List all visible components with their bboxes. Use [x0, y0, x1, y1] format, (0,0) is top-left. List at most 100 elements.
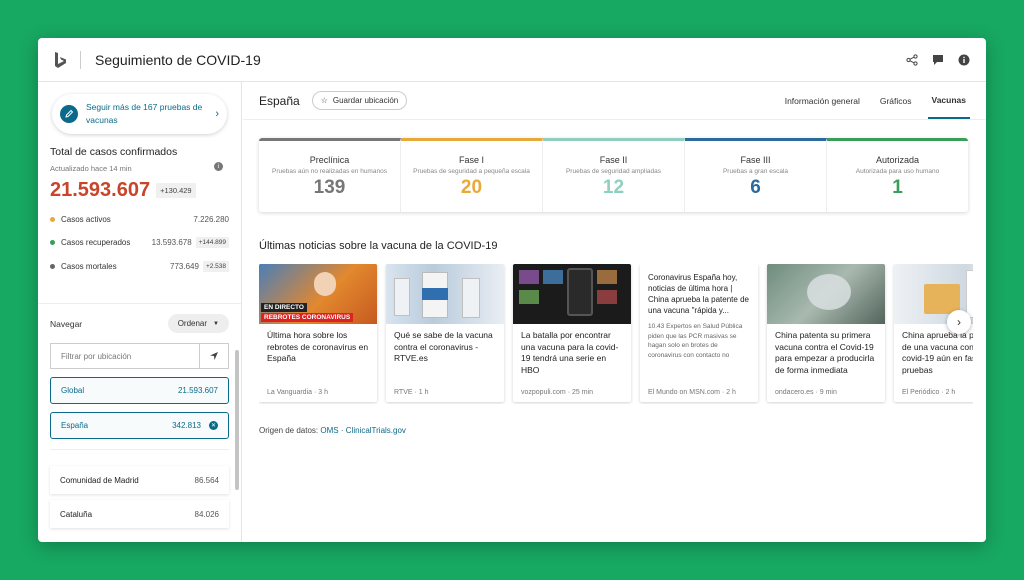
source-link-clinicaltrials[interactable]: ClinicalTrials.gov	[346, 426, 406, 435]
stat-label: Casos mortales	[61, 262, 117, 271]
news-card[interactable]: Coronavirus España hoy, noticias de últi…	[640, 264, 758, 402]
save-location-button[interactable]: ☆ Guardar ubicación	[311, 91, 408, 110]
news-card[interactable]: Qué se sabe de la vacuna contra el coron…	[386, 264, 504, 402]
news-tag-live: EN DIRECTO	[261, 303, 307, 312]
phase-column[interactable]: Fase I Pruebas de seguridad a pequeña esc…	[401, 138, 543, 212]
case-stats: Casos activos 7.226.280 Casos recuperados 1…	[50, 215, 229, 272]
source-link-oms[interactable]: OMS	[320, 426, 338, 435]
region-name: Comunidad de Madrid	[60, 475, 139, 485]
case-stat-row: Casos mortales 773.649 +2.538	[50, 261, 229, 272]
total-delta-badge: +130.429	[156, 183, 196, 198]
stat-label: Casos activos	[61, 215, 111, 224]
location-global[interactable]: Global 21.593.607	[50, 377, 229, 404]
confirmed-cases-panel: Total de casos confirmados Actualizado h…	[38, 134, 241, 304]
status-dot	[50, 240, 55, 245]
locate-icon[interactable]	[200, 351, 228, 361]
location-name: Global	[61, 386, 85, 395]
status-dot	[50, 217, 55, 222]
star-icon: ☆	[320, 96, 328, 105]
news-card[interactable]: China patenta su primera vacuna contra e…	[767, 264, 885, 402]
phase-description: Autorizada para uso humano	[855, 168, 940, 175]
location-value: 342.813	[172, 421, 201, 430]
sources-label: Origen de datos:	[259, 426, 319, 435]
case-stat-row: Casos recuperados 13.593.678 +144.899	[50, 237, 229, 248]
location-name: España	[61, 421, 89, 430]
divider	[50, 449, 229, 450]
feedback-icon[interactable]	[932, 54, 944, 66]
location-spain[interactable]: España 342.813 ✕	[50, 412, 229, 439]
sidebar-scrollbar[interactable]	[235, 350, 239, 490]
phase-name: Autorizada	[875, 155, 920, 165]
news-card[interactable]: La batalla por encontrar una vacuna para…	[513, 264, 631, 402]
stat-value: 13.593.678	[151, 238, 192, 247]
share-icon[interactable]	[906, 53, 918, 66]
phase-description: Pruebas a gran escala	[722, 168, 789, 175]
tab-vaccines[interactable]: Vacunas	[927, 82, 970, 119]
save-location-label: Guardar ubicación	[332, 96, 399, 105]
country-title: España	[259, 93, 300, 108]
news-source: vozpopuli.com · 25 min	[521, 389, 593, 396]
phase-description: Pruebas de seguridad ampliadas	[565, 168, 662, 175]
stat-delta-badge: +2.538	[202, 261, 229, 272]
stat-delta-badge: +144.899	[195, 237, 229, 248]
data-sources: Origen de datos: OMS · ClinicalTrials.go…	[259, 426, 986, 435]
phase-name: Fase III	[740, 155, 771, 165]
region-name: Cataluña	[60, 509, 93, 519]
news-snippet: 10.43 Expertos en Salud Pública piden qu…	[648, 323, 743, 359]
info-icon[interactable]	[958, 54, 970, 66]
top-actions	[906, 53, 970, 66]
phase-name: Fase I	[458, 155, 484, 165]
region-item[interactable]: Cataluña 84.026	[50, 500, 229, 528]
cases-title: Total de casos confirmados	[50, 146, 178, 158]
cases-updated-row: Actualizado hace 14 min i	[50, 162, 229, 173]
vaccine-trials-label: Seguir más de 167 pruebas de vacunas	[86, 102, 203, 125]
phase-column[interactable]: Preclínica Pruebas aún no realizadas en h…	[259, 138, 401, 212]
news-card[interactable]: EN DIRECTO REBROTES CORONAVIRUS Última h…	[259, 264, 377, 402]
order-label: Ordenar	[177, 319, 208, 328]
total-cases: 21.593.607	[50, 179, 151, 201]
main-content: España ☆ Guardar ubicación Información g…	[243, 82, 986, 542]
news-image	[513, 264, 631, 324]
stat-value: 7.226.280	[193, 215, 229, 224]
phase-count: 20	[460, 177, 483, 198]
source-separator: ·	[340, 426, 344, 435]
stat-value: 773.649	[170, 262, 199, 271]
pencil-icon	[60, 105, 78, 123]
news-headline: Qué se sabe de la vacuna contra el coron…	[394, 330, 493, 363]
total-row: 21.593.607 +130.429	[50, 179, 229, 202]
news-section-title: Últimas noticias sobre la vacuna de la C…	[259, 240, 498, 252]
navigate-section: Navegar Ordenar ▼ Filtrar por ubicación …	[38, 304, 241, 528]
news-source: RTVE · 1 h	[394, 389, 429, 396]
tab-charts[interactable]: Gráficos	[876, 82, 916, 119]
sidebar: Seguir más de 167 pruebas de vacunas › T…	[38, 82, 242, 542]
phase-column[interactable]: Fase III Pruebas a gran escala 6	[685, 138, 827, 212]
location-filter-input[interactable]: Filtrar por ubicación	[50, 343, 229, 369]
stat-label: Casos recuperados	[61, 238, 131, 247]
phase-column[interactable]: Fase II Pruebas de seguridad ampliadas 12	[543, 138, 685, 212]
phase-name: Fase II	[599, 155, 628, 165]
top-bar: Seguimiento de COVID-19	[38, 38, 986, 82]
tab-overview[interactable]: Información general	[781, 82, 864, 119]
carousel-next-button[interactable]: ›	[947, 310, 971, 334]
phase-column[interactable]: Autorizada Autorizada para uso humano 1	[827, 138, 968, 212]
region-item[interactable]: Comunidad de Madrid 86.564	[50, 466, 229, 494]
news-image	[386, 264, 504, 324]
order-dropdown[interactable]: Ordenar ▼	[167, 314, 229, 333]
info-icon[interactable]: i	[214, 162, 223, 171]
app-window: Seguimiento de COVID-19 Seguir más de 16…	[38, 38, 986, 542]
caret-down-icon: ▼	[213, 320, 219, 327]
news-source: La Vanguardia · 3 h	[267, 389, 328, 396]
region-value: 84.026	[194, 509, 219, 519]
vaccine-phases: Preclínica Pruebas aún no realizadas en h…	[259, 138, 968, 212]
clear-icon[interactable]: ✕	[209, 421, 218, 430]
news-headline: Última hora sobre los rebrotes de corona…	[267, 330, 369, 363]
phase-description: Pruebas aún no realizadas en humanos	[272, 168, 387, 175]
filter-placeholder: Filtrar por ubicación	[61, 351, 132, 361]
phase-count: 12	[602, 177, 625, 198]
phase-count: 1	[892, 177, 903, 198]
bing-logo[interactable]	[54, 51, 68, 69]
case-stat-row: Casos activos 7.226.280	[50, 215, 229, 224]
news-image	[767, 264, 885, 324]
vaccine-trials-button[interactable]: Seguir más de 167 pruebas de vacunas ›	[52, 94, 227, 134]
navigate-header: Navegar Ordenar ▼	[50, 314, 229, 333]
